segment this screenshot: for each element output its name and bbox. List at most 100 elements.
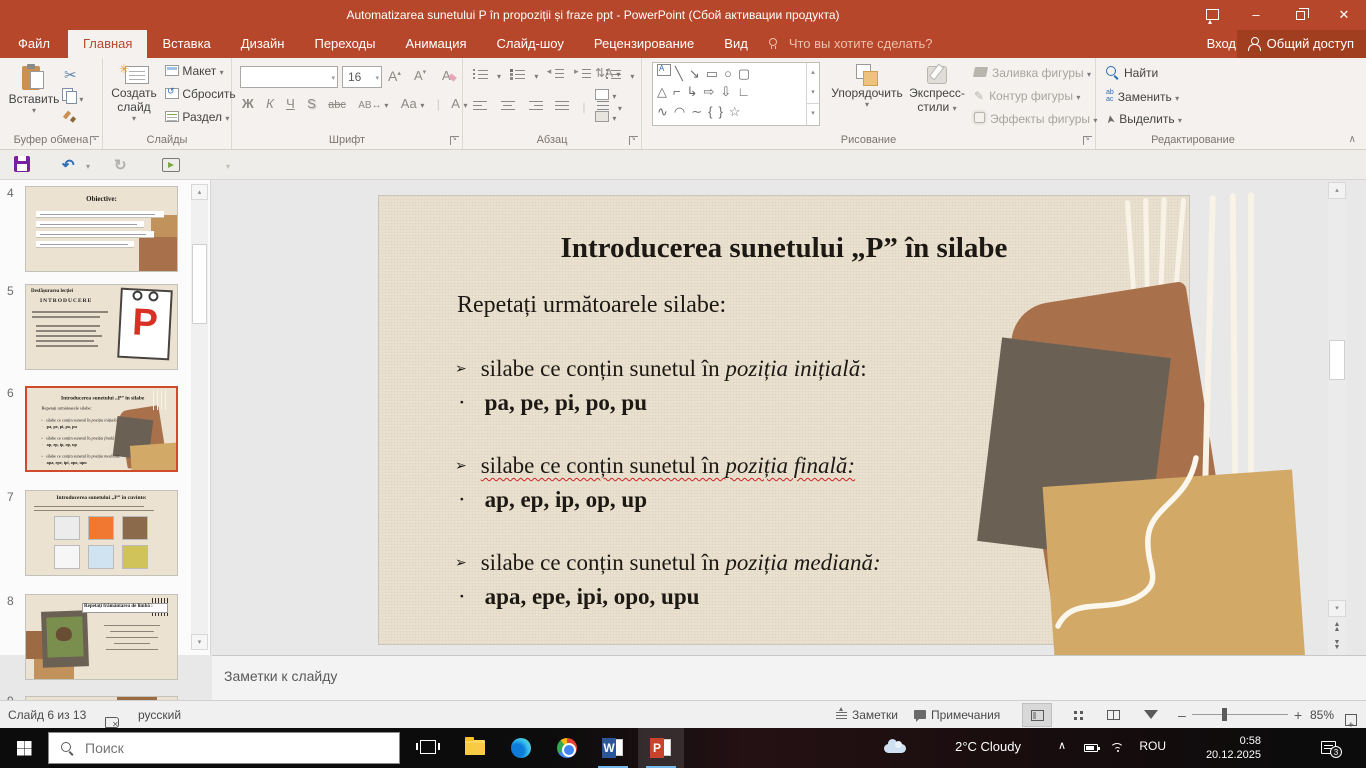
shapes-more-icon[interactable]: ▾ xyxy=(807,103,819,124)
task-view-button[interactable] xyxy=(406,728,452,768)
align-text-button[interactable]: ▾ xyxy=(595,88,616,102)
slide-thumbnail-8[interactable]: Repetați frământarea de limbă : xyxy=(25,594,178,680)
arc-shape-icon[interactable]: ◠ xyxy=(674,104,691,119)
paste-button[interactable]: Вставить ▾ xyxy=(8,64,60,115)
character-spacing-button[interactable]: АВ↔ ▾ xyxy=(358,100,388,111)
language-indicator[interactable]: русский xyxy=(138,701,181,729)
select-button[interactable]: ➤Выделить ▾ xyxy=(1106,112,1182,126)
slide-bullet-3[interactable]: ➢silabe ce conțin sunetul în poziția med… xyxy=(455,550,881,576)
increase-indent-icon[interactable] xyxy=(575,69,591,79)
tab-review[interactable]: Рецензирование xyxy=(579,30,709,58)
slide-syllables-3[interactable]: ·apa, epe, ipi, opo, upu xyxy=(458,584,699,610)
file-explorer-button[interactable] xyxy=(452,728,498,768)
next-slide-button[interactable]: ▼▼ xyxy=(1330,640,1344,650)
notification-center-icon[interactable]: 3 xyxy=(1321,741,1336,754)
wifi-icon[interactable] xyxy=(1110,743,1126,755)
text-direction-button[interactable]: ⇅А ▾ xyxy=(595,66,620,80)
thumbnail-scrollbar-thumb[interactable] xyxy=(192,244,207,324)
align-right-icon[interactable] xyxy=(528,101,543,111)
zoom-in-button[interactable]: + xyxy=(1294,701,1302,729)
ribbon-display-options-button[interactable] xyxy=(1190,0,1234,30)
clear-formatting-button[interactable]: А xyxy=(442,68,456,83)
format-painter-button[interactable] xyxy=(63,110,77,127)
change-case-button[interactable]: Аа ▾ xyxy=(401,96,425,111)
star-shape-icon[interactable]: ☆ xyxy=(729,104,747,119)
justify-icon[interactable] xyxy=(555,101,570,111)
elbow-connector-icon[interactable]: ⌐ xyxy=(673,84,687,99)
edge-button[interactable] xyxy=(498,728,544,768)
slide-syllables-1[interactable]: ·pa, pe, pi, po, pu xyxy=(458,390,647,416)
align-left-icon[interactable] xyxy=(473,101,488,111)
tell-me-box[interactable]: Что вы хотите сделать? xyxy=(763,30,933,58)
normal-view-button[interactable] xyxy=(1022,703,1052,727)
slide-thumbnail-7[interactable]: Introducerea sunetului „P” în cuvinte: xyxy=(25,490,178,576)
thumbnail-scroll-down-icon[interactable]: ▾ xyxy=(191,634,208,650)
collapse-ribbon-icon[interactable]: ∧ xyxy=(1349,134,1356,145)
close-button[interactable]: ✕ xyxy=(1322,0,1366,30)
notes-pane[interactable]: Заметки к слайду xyxy=(212,655,1366,700)
tab-transitions[interactable]: Переходы xyxy=(299,30,390,58)
new-slide-button[interactable]: ✳ Создать слайд ▾ xyxy=(107,64,161,123)
slideshow-view-button[interactable] xyxy=(1136,703,1166,727)
slide-thumbnail-6-selected[interactable]: Introducerea sunetului „P” în silabe Rep… xyxy=(25,386,178,472)
paragraph-dialog-launcher[interactable] xyxy=(629,136,638,145)
sign-in-button[interactable]: Вход xyxy=(1207,30,1236,58)
canvas-scrollbar[interactable]: ▴ ▾ ▲▲ ▼▼ xyxy=(1328,182,1346,655)
chrome-button[interactable] xyxy=(544,728,590,768)
shapes-gallery[interactable]: ╲↘▭○▢ △⌐↳⇨⇩∟ ∿◠∼{}☆ ▴ ▾ ▾ xyxy=(652,62,820,126)
section-button[interactable]: Раздел ▾ xyxy=(165,110,229,124)
weather-text[interactable]: 2°C Cloudy xyxy=(955,739,1021,754)
undo-dropdown[interactable]: ▾ xyxy=(86,162,90,171)
shrink-font-button[interactable]: А▾ xyxy=(414,68,426,83)
slide-thumbnail-5[interactable]: Desfășurarea lecției INTRODUCERE P xyxy=(25,284,178,370)
zoom-slider-handle[interactable] xyxy=(1222,708,1227,721)
comments-toggle-button[interactable]: Примечания xyxy=(914,701,1000,729)
zoom-level[interactable]: 85% xyxy=(1310,701,1334,729)
weather-cloud-icon[interactable] xyxy=(884,744,906,753)
slide-sorter-view-button[interactable] xyxy=(1060,703,1090,727)
thumbnail-scrollbar[interactable]: ▴ ▾ xyxy=(191,184,208,650)
slide-bullet-2[interactable]: ➢silabe ce conțin sunetul în poziția fin… xyxy=(455,453,855,479)
shape-fill-button[interactable]: Заливка фигуры ▾ xyxy=(974,66,1091,80)
start-slideshow-button[interactable] xyxy=(162,158,180,172)
drawing-dialog-launcher[interactable] xyxy=(1083,136,1092,145)
reading-view-button[interactable] xyxy=(1098,703,1128,727)
curve-shape-icon[interactable]: ∼ xyxy=(691,104,708,119)
paste-dropdown[interactable]: ▾ xyxy=(8,106,60,115)
bold-button[interactable]: Ж xyxy=(242,96,254,111)
powerpoint-button[interactable]: P xyxy=(638,728,684,768)
redo-button[interactable]: ↻ xyxy=(114,156,127,174)
cut-button[interactable]: ✂ xyxy=(64,66,77,84)
start-button[interactable] xyxy=(0,728,48,768)
font-dialog-launcher[interactable] xyxy=(450,136,459,145)
shapes-scroll-down-icon[interactable]: ▾ xyxy=(807,83,819,103)
shape-outline-button[interactable]: ✎Контур фигуры ▾ xyxy=(974,89,1080,103)
canvas-scroll-down-icon[interactable]: ▾ xyxy=(1328,600,1346,617)
quick-styles-button[interactable]: Экспресс- стили ▾ xyxy=(906,64,968,114)
right-brace-shape-icon[interactable]: } xyxy=(719,104,729,119)
copy-button[interactable]: ▾ xyxy=(62,88,83,105)
customize-qat-button[interactable]: ▾ xyxy=(226,162,230,171)
triangle-shape-icon[interactable]: △ xyxy=(657,84,673,99)
scribble-shape-icon[interactable]: ∿ xyxy=(657,104,674,119)
textbox-shape-icon[interactable] xyxy=(657,64,671,76)
tab-insert[interactable]: Вставка xyxy=(147,30,225,58)
font-name-combo[interactable]: ▾ xyxy=(240,66,338,88)
keyboard-language[interactable]: ROU xyxy=(1139,739,1166,753)
rectangle-shape-icon[interactable]: ▭ xyxy=(706,66,724,81)
tab-view[interactable]: Вид xyxy=(709,30,763,58)
find-button[interactable]: Найти xyxy=(1106,66,1158,80)
text-shadow-button[interactable]: S xyxy=(307,96,316,111)
battery-icon[interactable] xyxy=(1084,744,1098,752)
strikethrough-button[interactable]: abc xyxy=(328,99,346,111)
arrow-shape-icon[interactable]: ↘ xyxy=(689,66,706,81)
down-arrow-shape-icon[interactable]: ⇩ xyxy=(720,84,737,99)
tab-file[interactable]: Файл xyxy=(0,30,68,58)
replace-button[interactable]: abacЗаменить ▾ xyxy=(1106,89,1179,104)
grow-font-button[interactable]: А▴ xyxy=(388,68,401,84)
notes-toggle-button[interactable]: Заметки xyxy=(836,701,898,729)
hidden-icons-chevron[interactable]: ∧ xyxy=(1058,739,1066,752)
slide-thumbnail-4[interactable]: Obiective: xyxy=(25,186,178,272)
clock[interactable]: 0:58 20.12.2025 xyxy=(1181,734,1261,762)
search-input[interactable] xyxy=(85,733,385,763)
